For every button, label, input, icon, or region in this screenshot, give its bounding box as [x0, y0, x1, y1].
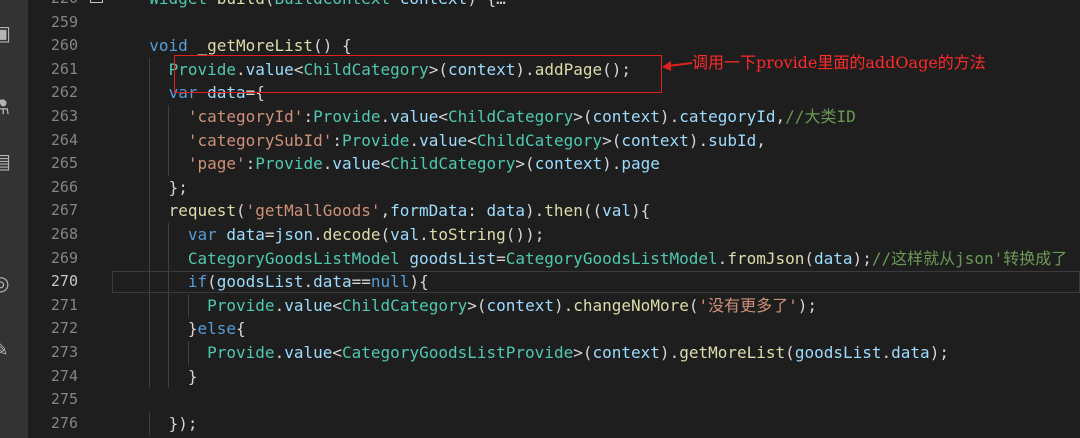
code-line[interactable]: 266 }; [28, 175, 1080, 200]
code-text: 'categoryId':Provide.value<ChildCategory… [187, 107, 856, 126]
code-text: var data=json.decode(val.toString()); [187, 225, 545, 244]
explorer-icon[interactable]: ▣ [0, 22, 14, 44]
code-editor[interactable]: 220 + Widget build(BuildContext context) … [28, 0, 1080, 438]
code-line[interactable]: 271 Provide.value<ChildCategory>(context… [28, 293, 1080, 318]
code-line[interactable]: 269 CategoryGoodsListModel goodsList=Cat… [28, 246, 1080, 271]
line-number: 261 [50, 59, 78, 78]
activity-bar: ▣ ⚗ ▤ › ◎ ✎ [0, 0, 28, 438]
code-text: request('getMallGoods',formData: data).t… [168, 201, 651, 221]
line-number: 271 [50, 295, 78, 314]
code-text: }); [168, 413, 198, 433]
line-number: 270 [50, 272, 78, 291]
extensions-icon[interactable]: ▤ [0, 150, 14, 172]
line-number: 264 [50, 130, 78, 149]
remote-icon[interactable]: ◎ [0, 272, 14, 294]
code-line[interactable]: 272 }else{ [28, 317, 1080, 341]
code-line[interactable]: 265 'page':Provide.value<ChildCategory>(… [28, 152, 1080, 176]
line-number: 265 [50, 154, 78, 173]
annotation-text: 调用一下provide里面的addOage的方法 [692, 53, 986, 72]
code-line[interactable]: 268 var data=json.decode(val.toString())… [28, 223, 1080, 247]
highlight-box [174, 55, 662, 93]
line-number: 262 [50, 83, 78, 102]
code-text: Provide.value<CategoryGoodsListProvide>(… [207, 343, 949, 362]
code-text: }else{ [187, 319, 246, 339]
code-line[interactable]: 220 + Widget build(BuildContext context) … [28, 0, 1080, 11]
line-number: 263 [50, 107, 78, 125]
line-number: 266 [50, 177, 78, 196]
chevron-right-icon[interactable]: › [0, 210, 14, 232]
line-number: 275 [50, 390, 78, 409]
fold-expand-icon[interactable]: + [90, 0, 103, 3]
code-line[interactable]: 259 [28, 11, 1080, 35]
flask-icon[interactable]: ⚗ [0, 96, 14, 118]
code-line[interactable]: 270 if(goodsList.data==null){ [28, 270, 1080, 294]
code-text: Provide.value<ChildCategory>(context).ch… [207, 295, 818, 315]
code-line[interactable]: 274 } [28, 364, 1080, 389]
line-number: 272 [50, 319, 78, 338]
line-number: 267 [50, 201, 78, 220]
code-line[interactable]: 273 Provide.value<CategoryGoodsListProvi… [28, 341, 1080, 365]
code-line[interactable]: 264 'categorySubId':Provide.value<ChildC… [28, 128, 1080, 153]
debug-icon[interactable]: ✎ [0, 338, 14, 360]
line-number: 274 [50, 366, 78, 385]
line-number: 268 [50, 225, 78, 243]
code-text: 'page':Provide.value<ChildCategory>(cont… [187, 154, 660, 174]
line-number: 260 [50, 36, 78, 55]
line-number: 273 [50, 343, 78, 361]
code-text: Widget build(BuildContext context) {… [130, 0, 505, 11]
code-line[interactable]: 267 request('getMallGoods',formData: dat… [28, 199, 1080, 223]
line-number: 259 [50, 12, 78, 31]
code-line[interactable]: 276 }); [28, 411, 1080, 436]
code-line[interactable]: 263 'categoryId':Provide.value<ChildCate… [28, 105, 1080, 129]
code-text: if(goodsList.data==null){ [187, 272, 429, 292]
line-number: 220 [28, 0, 78, 11]
code-text: } [187, 366, 198, 386]
annotation-arrow [662, 61, 693, 71]
code-text: CategoryGoodsListModel goodsList=Categor… [187, 248, 1068, 268]
code-line[interactable]: 275 [28, 388, 1080, 412]
line-number: 276 [50, 413, 78, 432]
code-text: }; [168, 177, 188, 197]
line-number: 269 [50, 248, 78, 267]
code-text: 'categorySubId':Provide.value<ChildCateg… [187, 130, 766, 150]
